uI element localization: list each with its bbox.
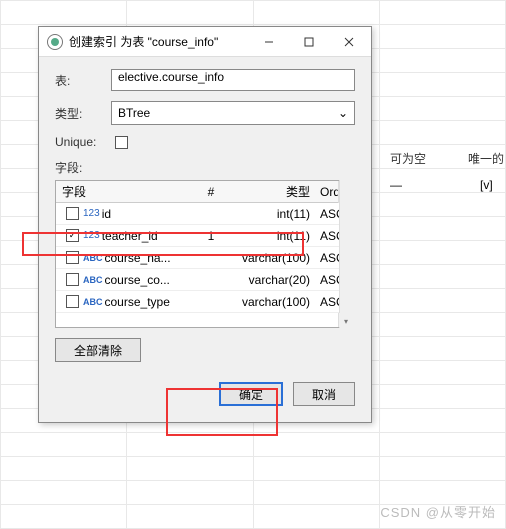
table-row[interactable]: ✓123teacher_id1int(11)ASC <box>56 225 354 247</box>
type-label: 类型: <box>55 105 111 122</box>
field-name: course_co... <box>105 273 170 287</box>
create-index-dialog: 创建索引 为表 "course_info" 表: elective.course… <box>38 26 372 423</box>
scroll-down-icon[interactable]: ▾ <box>340 317 352 326</box>
col-num[interactable]: # <box>186 185 236 199</box>
bg-col-nullable: 可为空 <box>390 150 426 167</box>
field-name: id <box>102 207 111 221</box>
table-input[interactable]: elective.course_info <box>111 69 355 91</box>
maximize-button[interactable] <box>289 28 329 56</box>
row-checkbox[interactable] <box>66 251 79 264</box>
text-type-icon: ABC <box>83 275 103 285</box>
field-type: varchar(100) <box>236 295 316 309</box>
col-field[interactable]: 字段 <box>56 183 186 200</box>
type-select[interactable]: BTree ⌄ <box>111 101 355 125</box>
field-type: varchar(100) <box>236 251 316 265</box>
field-name: course_type <box>105 295 170 309</box>
close-button[interactable] <box>329 28 369 56</box>
chevron-down-icon: ⌄ <box>338 106 348 120</box>
unique-label: Unique: <box>55 135 111 149</box>
app-icon <box>47 34 63 50</box>
fields-label: 字段: <box>55 159 111 176</box>
field-type: varchar(20) <box>236 273 316 287</box>
row-checkbox[interactable] <box>66 207 79 220</box>
table-row[interactable]: ABCcourse_typevarchar(100)ASC <box>56 291 354 313</box>
minimize-button[interactable] <box>249 28 289 56</box>
row-checkbox[interactable]: ✓ <box>66 229 79 242</box>
dialog-title: 创建索引 为表 "course_info" <box>69 33 249 50</box>
table-row[interactable]: ABCcourse_na...varchar(100)ASC <box>56 247 354 269</box>
text-type-icon: ABC <box>83 253 103 263</box>
ok-button[interactable]: 确定 <box>219 382 283 406</box>
field-num: 1 <box>186 229 236 243</box>
col-type[interactable]: 类型 <box>236 183 316 200</box>
bg-col-unique: 唯一的 <box>468 150 504 167</box>
row-checkbox[interactable] <box>66 273 79 286</box>
unique-checkbox[interactable] <box>115 136 128 149</box>
field-name: course_na... <box>105 251 171 265</box>
fields-table: 字段 # 类型 Order ▴ 123idint(11)ASC✓123teach… <box>55 180 355 328</box>
clear-all-button[interactable]: 全部清除 <box>55 338 141 362</box>
table-label: 表: <box>55 72 111 89</box>
row-checkbox[interactable] <box>66 295 79 308</box>
number-type-icon: 123 <box>83 208 100 219</box>
table-row[interactable]: ABCcourse_co...varchar(20)ASC <box>56 269 354 291</box>
bg-v: [v] <box>480 178 493 192</box>
type-value: BTree <box>118 106 150 120</box>
watermark: CSDN @从零开始 <box>380 502 496 521</box>
field-name: teacher_id <box>102 229 158 243</box>
text-type-icon: ABC <box>83 297 103 307</box>
table-row[interactable]: 123idint(11)ASC <box>56 203 354 225</box>
cancel-button[interactable]: 取消 <box>293 382 355 406</box>
field-type: int(11) <box>236 207 316 221</box>
number-type-icon: 123 <box>83 230 100 241</box>
bg-dash: — <box>390 178 402 192</box>
titlebar: 创建索引 为表 "course_info" <box>39 27 371 57</box>
field-type: int(11) <box>236 229 316 243</box>
